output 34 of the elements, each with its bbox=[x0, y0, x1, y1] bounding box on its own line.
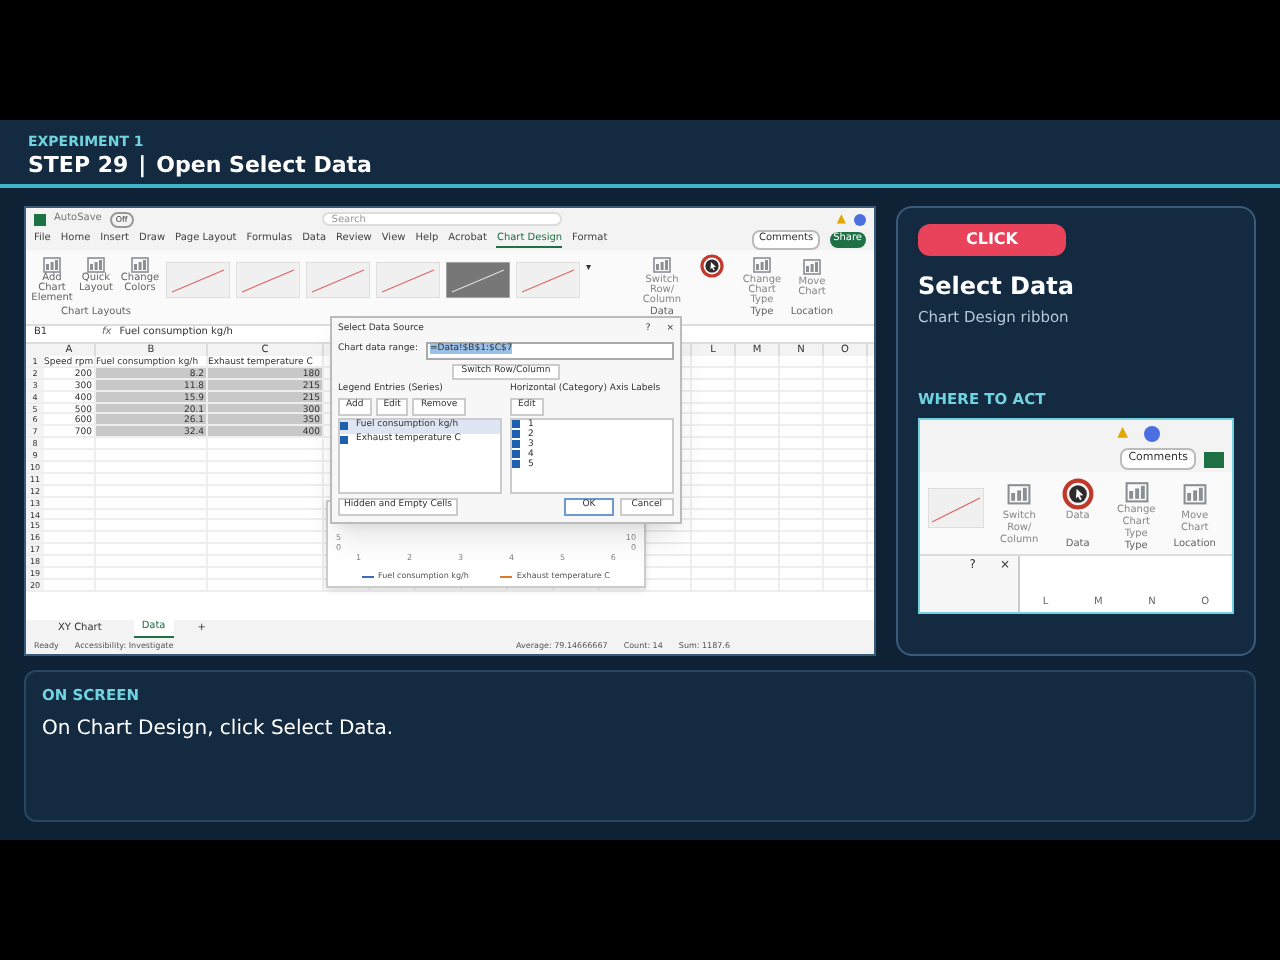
checkbox[interactable] bbox=[512, 430, 520, 439]
step-title: Open Select Data bbox=[156, 152, 372, 178]
chart-element-icon bbox=[42, 254, 62, 274]
checkbox[interactable] bbox=[340, 435, 348, 444]
chart-style-thumbnail[interactable] bbox=[166, 262, 230, 298]
account-avatar[interactable] bbox=[854, 213, 866, 225]
highlighted-click-target-icon bbox=[1061, 477, 1094, 509]
instruction-text: On Chart Design, click Select Data. bbox=[42, 716, 396, 745]
chart-button-icon bbox=[752, 254, 772, 275]
chart-button-icon bbox=[1181, 480, 1208, 506]
step-number: STEP 29 bbox=[28, 152, 129, 178]
chart-button-icon bbox=[1123, 477, 1150, 503]
account-avatar bbox=[1144, 425, 1160, 441]
title-separator: | bbox=[138, 152, 147, 178]
chart-style-thumbnail[interactable] bbox=[446, 262, 510, 298]
checkbox[interactable] bbox=[340, 422, 348, 431]
checkbox[interactable] bbox=[512, 460, 520, 469]
action-badge: CLICK bbox=[918, 224, 1066, 256]
target-name: Select Data bbox=[918, 270, 1076, 304]
chart-element-icon bbox=[130, 254, 150, 274]
chart-style-thumbnail[interactable] bbox=[516, 262, 580, 298]
legend-line-icon bbox=[362, 575, 375, 577]
app-icon bbox=[34, 213, 46, 225]
chart-element-icon bbox=[86, 254, 106, 274]
checkbox[interactable] bbox=[512, 420, 520, 429]
chart-style-thumbnail[interactable] bbox=[236, 262, 300, 298]
chart-button-icon bbox=[802, 256, 822, 276]
chart-style-thumbnail bbox=[928, 487, 984, 527]
chart-style-thumbnail[interactable] bbox=[306, 262, 370, 298]
checkbox[interactable] bbox=[512, 440, 520, 449]
chart-style-thumbnail[interactable] bbox=[376, 262, 440, 298]
chart-button-icon bbox=[652, 254, 672, 275]
checkbox[interactable] bbox=[512, 450, 520, 459]
chart-button-icon bbox=[1006, 480, 1033, 506]
